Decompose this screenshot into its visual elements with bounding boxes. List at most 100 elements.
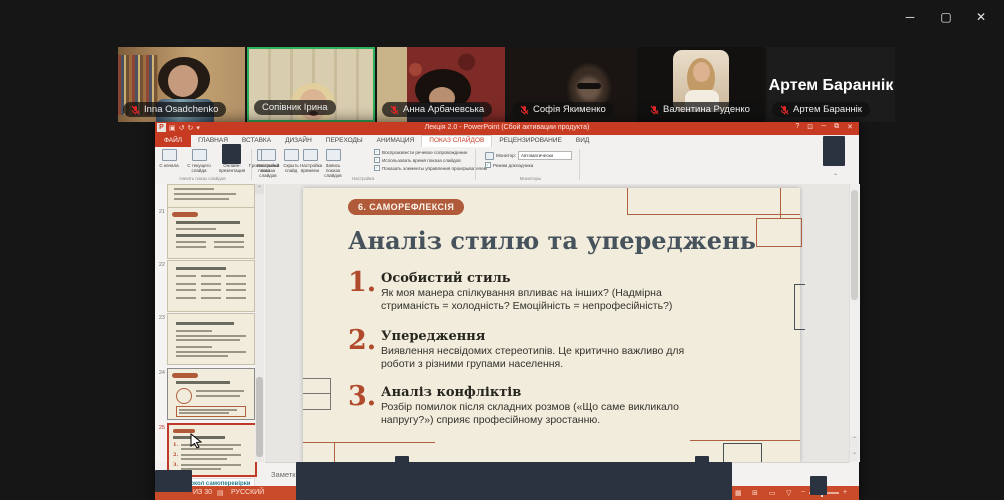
notes-toggle-icon[interactable]: ▤	[217, 489, 224, 497]
slide-thumbnail-22[interactable]	[167, 260, 255, 312]
group-label-start-slideshow: Начать показ слайдов	[179, 176, 226, 181]
meeting-window: ─ ▢ ✕ Inna Osadchenko Сопівник Ірина Анн…	[0, 0, 1004, 500]
checkbox-use-timings[interactable]: ✓ Использовать время показа слайдов	[374, 157, 461, 163]
item-heading: Упередження	[381, 329, 486, 344]
ppt-restore-icon[interactable]: ⧉	[834, 123, 839, 131]
zoom-in-icon[interactable]: +	[843, 489, 847, 496]
window-minimize-button[interactable]: ─	[895, 10, 925, 24]
monitor-row: Монитор: Автоматически	[485, 151, 572, 160]
participant-name: Inna Osadchenko	[144, 104, 219, 115]
checkbox-show-media-controls[interactable]: ✓ Показать элементы управления проигрыват…	[374, 165, 487, 171]
tab-design[interactable]: ДИЗАЙН	[278, 135, 319, 147]
video-tile-sopivnyk-active-speaker[interactable]: Сопівник Ірина	[247, 47, 375, 122]
hide-slide-icon	[283, 149, 299, 161]
mini-num: 2.	[173, 452, 179, 458]
slide-item-1: 1. Особистий стиль Як моя манера спілкув…	[348, 269, 748, 320]
reading-view-icon[interactable]: ▭	[769, 489, 776, 497]
participant-name-badge: Софія Якименко	[512, 102, 614, 117]
overlay-box-large	[296, 462, 732, 500]
ribbon-button-from-current-slide[interactable]: С текущего слайда	[182, 149, 216, 173]
decor-line	[780, 188, 781, 218]
thumbnail-scrollbar[interactable]: ⌃	[255, 184, 264, 462]
decor-line	[334, 442, 335, 462]
group-separator	[251, 149, 252, 180]
checkbox-play-narrations[interactable]: ✓ Воспроизвести речевое сопровождение	[374, 149, 467, 155]
video-tile-anna[interactable]: Анна Арбачевська	[377, 47, 505, 122]
slide-area-scrollbar[interactable]: ⌃ ⌄	[849, 184, 860, 462]
slide-thumbnail-21[interactable]	[167, 207, 255, 259]
item-number: 2.	[348, 325, 377, 356]
scrollbar-thumb[interactable]	[256, 377, 263, 457]
ppt-close-icon[interactable]: ✕	[847, 123, 853, 131]
tab-slideshow-active[interactable]: ПОКАЗ СЛАЙДОВ	[421, 135, 493, 147]
slide-counter: ИЗ 30	[193, 489, 212, 496]
scrollbar-thumb[interactable]	[851, 190, 858, 300]
tab-file[interactable]: ФАЙЛ	[155, 135, 192, 147]
zoom-out-icon[interactable]: −	[801, 489, 805, 496]
normal-view-icon[interactable]: ▦	[735, 489, 742, 497]
slide-item-3: 3. Аналіз конфліктів Розбір помилок післ…	[348, 383, 748, 434]
ppt-titlebar: P ▣ ↺ ↻ ▾ Лекція 2.0 - PowerPoint (Сбой …	[155, 122, 859, 135]
decor-square-dark	[723, 443, 762, 462]
checkbox-icon: ✓	[374, 149, 380, 155]
slide-thumbnail-25-current[interactable]: 1. 2. 3.	[167, 423, 257, 477]
slideshow-play-icon	[191, 149, 207, 161]
slide-number: 21	[158, 209, 165, 215]
current-slide-canvas[interactable]: 6. САМОРЕФЛЕКСІЯ Аналіз стилю та упередж…	[303, 188, 805, 462]
slide-editing-area: 6. САМОРЕФЛЕКСІЯ Аналіз стилю та упередж…	[265, 184, 849, 462]
powerpoint-window: P ▣ ↺ ↻ ▾ Лекція 2.0 - PowerPoint (Сбой …	[155, 122, 860, 500]
monitor-label: Монитор:	[496, 153, 516, 158]
monitor-dropdown[interactable]: Автоматически	[517, 151, 572, 160]
ppt-help-icon[interactable]: ?	[795, 123, 799, 131]
group-label-monitors: Мониторы	[519, 176, 542, 181]
mic-muted-icon	[390, 105, 399, 114]
ppt-minimize-icon[interactable]: ─	[821, 123, 826, 131]
tab-animation[interactable]: АНИМАЦИЯ	[370, 135, 422, 147]
video-tile-valentyna[interactable]: Валентина Руденко	[637, 47, 765, 122]
decor-rects	[303, 378, 331, 410]
slide-sorter-icon[interactable]: ⊞	[752, 489, 758, 497]
tab-insert[interactable]: ВСТАВКА	[235, 135, 278, 147]
tab-view[interactable]: ВИД	[569, 135, 596, 147]
video-tile-sofiia[interactable]: Софія Якименко	[507, 47, 635, 122]
decor-line	[627, 214, 800, 215]
ribbon-button-setup-slideshow[interactable]: Настройка показа слайдов	[254, 149, 282, 178]
participant-name: Софія Якименко	[533, 104, 606, 115]
video-tile-artem[interactable]: Артем Бараннік Артем Бараннік	[767, 47, 895, 122]
ribbon-button-record-slideshow[interactable]: Запись показа слайдов	[321, 149, 345, 178]
slide-number: 23	[158, 315, 165, 321]
ppt-ribbon-options-icon[interactable]: ⊡	[807, 123, 813, 131]
slideshow-view-icon[interactable]: ▽	[786, 489, 791, 497]
decor-line	[627, 188, 628, 214]
participant-name: Сопівник Ірина	[262, 102, 328, 113]
slide-thumbnail-23[interactable]	[167, 313, 255, 365]
monitor-icon	[485, 151, 494, 160]
video-tile-inna[interactable]: Inna Osadchenko	[118, 47, 245, 122]
participant-name-badge: Сопівник Ірина	[254, 100, 336, 115]
ribbon-button-hide-slide[interactable]: Скрыть слайд	[283, 149, 299, 173]
overlay-box	[222, 144, 241, 164]
scroll-up-arrow-icon[interactable]: ⌃	[255, 184, 264, 194]
previous-slide-icon[interactable]: ⌃	[850, 436, 859, 448]
slide-section-badge: 6. САМОРЕФЛЕКСІЯ	[348, 199, 465, 215]
participant-name: Артем Бараннік	[793, 104, 862, 115]
glasses	[577, 83, 601, 89]
tab-review[interactable]: РЕЦЕНЗИРОВАНИЕ	[492, 135, 569, 147]
overlay-box	[155, 470, 192, 492]
slide-item-2: 2. Упередження Виявлення несвідомих стер…	[348, 325, 748, 378]
language-indicator[interactable]: РУССКИЙ	[231, 489, 264, 496]
slide-thumbnail-24-hovered[interactable]	[167, 368, 255, 420]
slide-number: 22	[158, 262, 165, 268]
slide-thumbnail-panel: 21 22 23 24 25 1. 2. 3. Протокол самопер…	[155, 184, 266, 490]
next-slide-icon[interactable]: ⌄	[850, 449, 859, 461]
checkbox-icon: ✓	[485, 162, 491, 168]
slide-thumbnail-partial-top[interactable]	[167, 184, 255, 208]
tab-transitions[interactable]: ПЕРЕХОДЫ	[319, 135, 370, 147]
ribbon-button-from-beginning[interactable]: С начала	[157, 149, 181, 168]
window-close-button[interactable]: ✕	[966, 10, 996, 24]
ribbon-button-rehearse-timings[interactable]: Настройка времени	[300, 149, 322, 173]
checkbox-presenter-view[interactable]: ✓ Режим докладчика	[485, 162, 533, 168]
ribbon-collapse-icon[interactable]: ⌃	[833, 173, 838, 180]
participant-name-badge: Inna Osadchenko	[123, 102, 227, 117]
window-maximize-button[interactable]: ▢	[931, 10, 961, 24]
